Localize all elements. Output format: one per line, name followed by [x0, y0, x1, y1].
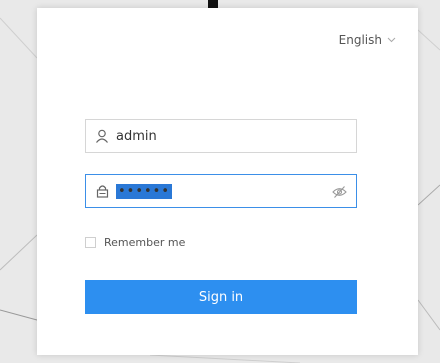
remember-me-label: Remember me	[104, 236, 186, 249]
checkbox-box[interactable]	[85, 237, 96, 248]
language-selector[interactable]: English	[339, 33, 396, 47]
top-decoration	[208, 0, 218, 8]
user-icon	[94, 128, 110, 144]
login-card: English admin •••••• Remember me Sign in	[37, 8, 418, 355]
lock-icon	[94, 183, 110, 199]
password-value: ••••••	[116, 183, 173, 199]
language-label: English	[338, 33, 382, 47]
username-field[interactable]: admin	[85, 119, 357, 153]
remember-me-checkbox[interactable]: Remember me	[85, 236, 185, 249]
sign-in-button[interactable]: Sign in	[85, 280, 357, 314]
eye-off-icon[interactable]	[332, 184, 347, 203]
password-field[interactable]: ••••••	[85, 174, 357, 208]
username-value: admin	[116, 128, 157, 144]
chevron-down-icon	[387, 37, 396, 43]
